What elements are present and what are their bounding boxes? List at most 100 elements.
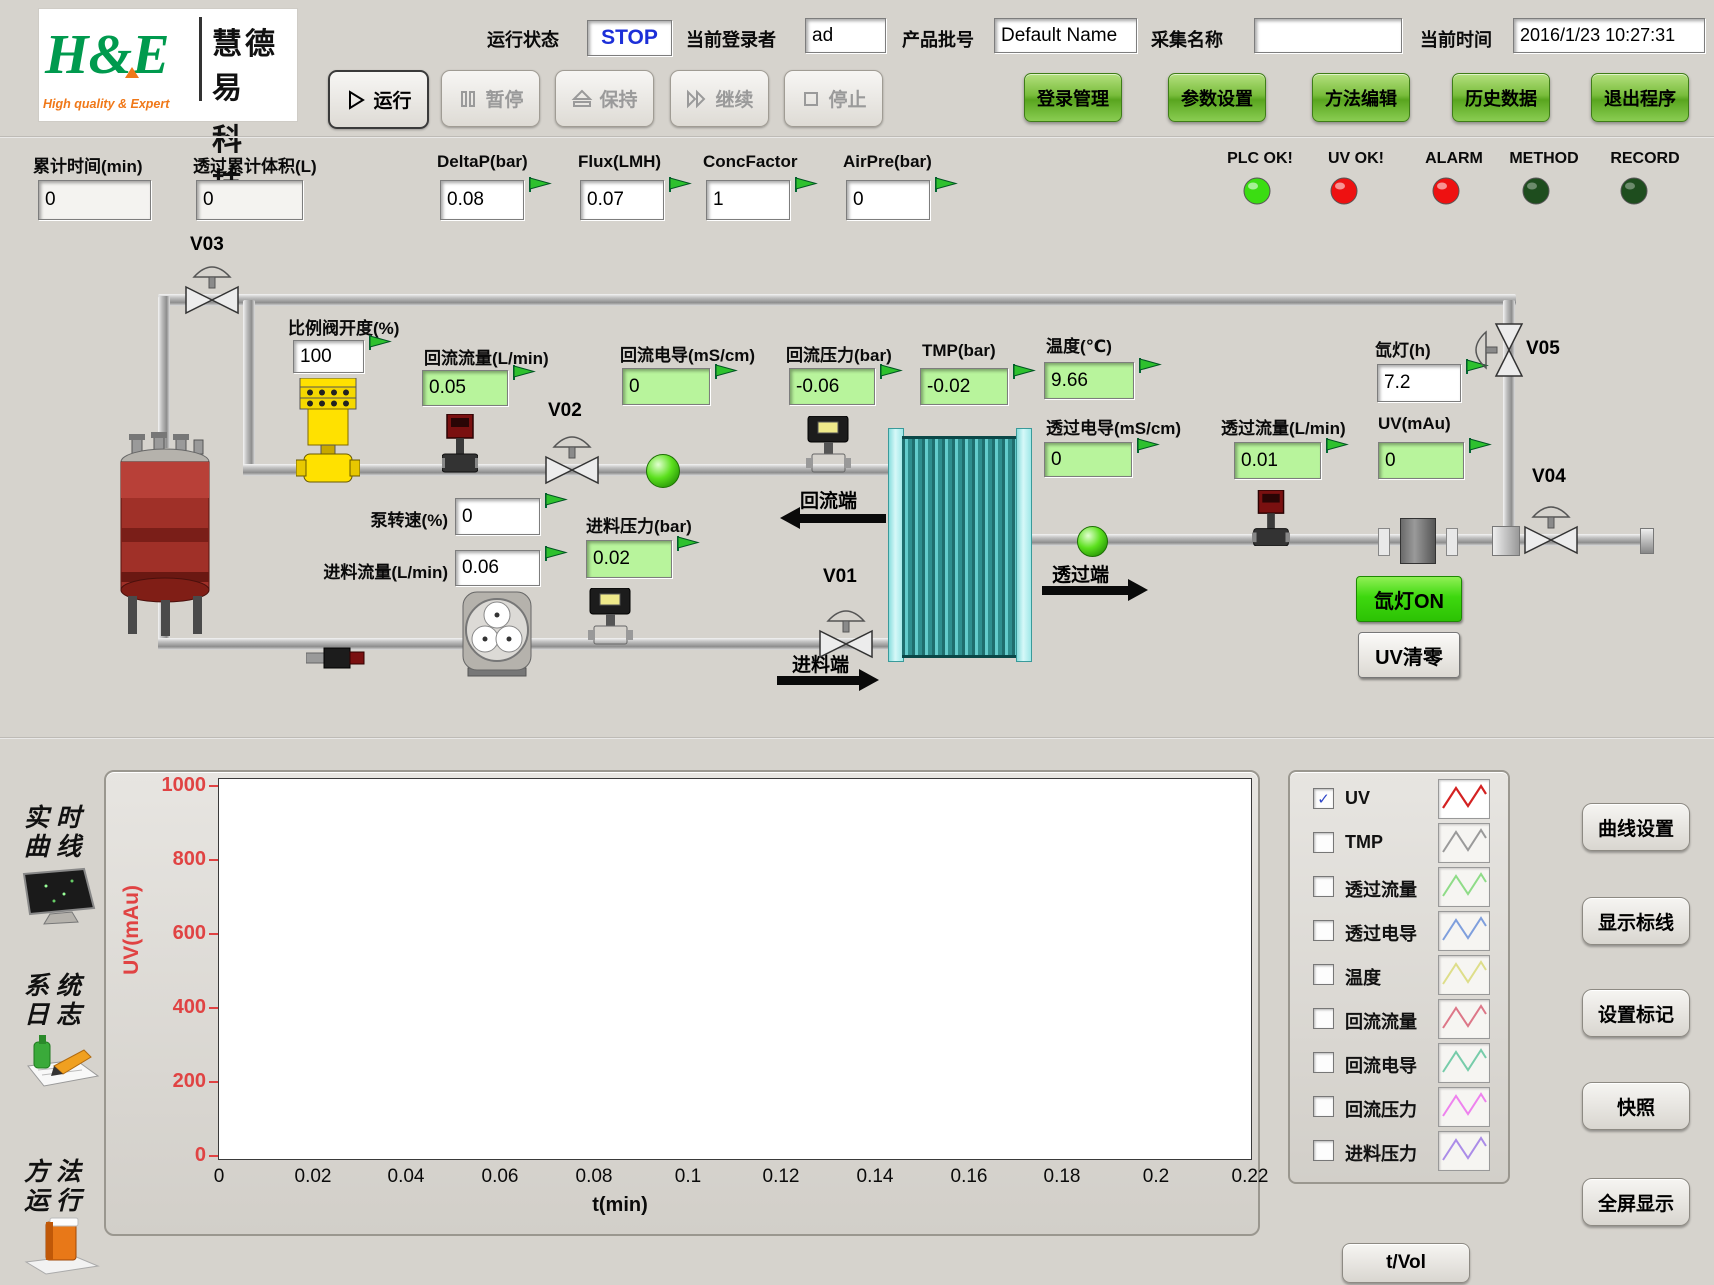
legend-checkbox-reflux-pres[interactable] xyxy=(1313,1096,1334,1117)
feed-pres-value: 0.02 xyxy=(586,540,672,578)
perm-flow-flag-icon xyxy=(1325,437,1349,454)
acq-name-label: 采集名称 xyxy=(1151,26,1223,52)
valve-v04-label: V04 xyxy=(1532,466,1566,488)
permeate-cond-sensor xyxy=(1252,490,1290,546)
show-cursor-button[interactable]: 显示标线 xyxy=(1582,897,1690,945)
reflux-flow-value: 0.05 xyxy=(422,370,508,406)
legend-checkbox-reflux-cond[interactable] xyxy=(1313,1052,1334,1073)
legend-line-sample[interactable] xyxy=(1438,999,1490,1039)
curve-settings-button[interactable]: 曲线设置 xyxy=(1582,803,1690,851)
brand-text: H&E xyxy=(45,23,169,87)
x-tick: 0.22 xyxy=(1218,1166,1282,1188)
legend-line-sample[interactable] xyxy=(1438,823,1490,863)
proportional-valve[interactable] xyxy=(296,378,360,484)
airpre-label: AirPre(bar) xyxy=(843,152,932,172)
legend-line-sample[interactable] xyxy=(1438,1043,1490,1083)
legend-checkbox-tmp[interactable] xyxy=(1313,832,1334,853)
legend-label: 透过电导 xyxy=(1345,920,1417,946)
legend-line-sample[interactable] xyxy=(1438,955,1490,995)
nav-history-data[interactable]: 历史数据 xyxy=(1452,73,1550,122)
legend-line-sample[interactable] xyxy=(1438,779,1490,819)
y-tick: 0 xyxy=(150,1144,206,1167)
legend-checkbox-feed-pres[interactable] xyxy=(1313,1140,1334,1161)
xenon-hours-value: 7.2 xyxy=(1377,364,1461,402)
uv-flow-cell-body xyxy=(1400,518,1436,564)
permeate-direction-arrow xyxy=(1042,586,1128,595)
legend-line-sample[interactable] xyxy=(1438,1087,1490,1127)
x-tick: 0 xyxy=(187,1166,251,1188)
reflux-pres-flag-icon xyxy=(879,363,903,380)
set-marker-button[interactable]: 设置标记 xyxy=(1582,989,1690,1037)
reflux-pres-value: -0.06 xyxy=(789,368,875,405)
y-tick: 600 xyxy=(150,922,206,945)
snapshot-button[interactable]: 快照 xyxy=(1582,1082,1690,1130)
prop-valve-flag-icon xyxy=(368,334,392,351)
legend-checkbox-temp[interactable] xyxy=(1313,964,1334,985)
concfactor-flag-icon xyxy=(794,176,818,193)
nav-exit[interactable]: 退出程序 xyxy=(1591,73,1689,122)
legend-checkbox-perm-flow[interactable] xyxy=(1313,876,1334,897)
feed-flow-value[interactable]: 0.06 xyxy=(455,550,540,586)
fullscreen-button[interactable]: 全屏显示 xyxy=(1582,1178,1690,1226)
reflux-pressure-sensor xyxy=(806,416,852,474)
legend-line-sample[interactable] xyxy=(1438,911,1490,951)
perm-cond-label: 透过电导(mS/cm) xyxy=(1046,414,1181,439)
nav-param-settings[interactable]: 参数设置 xyxy=(1168,73,1266,122)
x-tick: 0.18 xyxy=(1030,1166,1094,1188)
valve-v04[interactable] xyxy=(1521,499,1581,555)
legend-label: 透过流量 xyxy=(1345,876,1417,902)
prop-valve-open-value[interactable]: 100 xyxy=(293,340,364,373)
permeate-port-label: 透过端 xyxy=(1052,560,1109,587)
stop-button[interactable]: 停止 xyxy=(784,70,883,127)
reflux-cond-value: 0 xyxy=(622,368,710,405)
valve-v03[interactable] xyxy=(182,259,242,315)
valve-v05-label: V05 xyxy=(1526,338,1560,360)
hmi-window: H&E High quality & Expert 慧德易 科 技 运行状态 S… xyxy=(0,0,1714,1285)
valve-v05[interactable] xyxy=(1468,320,1524,380)
valve-v02[interactable] xyxy=(542,429,602,485)
xenon-on-button[interactable]: 氙灯ON xyxy=(1356,576,1462,622)
legend-label: TMP xyxy=(1345,832,1383,853)
valve-v03-label: V03 xyxy=(190,234,224,256)
batch-field[interactable]: Default Name xyxy=(994,18,1137,53)
x-tick: 0.12 xyxy=(749,1166,813,1188)
feed-line-fitting xyxy=(306,646,368,670)
acq-name-field[interactable] xyxy=(1254,18,1402,53)
legend-label: 回流流量 xyxy=(1345,1008,1417,1034)
y-axis-title: UV(mAu) xyxy=(120,825,144,1035)
legend-line-sample[interactable] xyxy=(1438,867,1490,907)
method-led xyxy=(1520,176,1552,208)
concfactor-value: 1 xyxy=(706,180,790,220)
legend-checkbox-reflux-flow[interactable] xyxy=(1313,1008,1334,1029)
valve-v01[interactable] xyxy=(816,603,876,659)
plc-led-label: PLC OK! xyxy=(1227,150,1293,168)
pause-button[interactable]: 暂停 xyxy=(441,70,540,127)
nav-login-manage[interactable]: 登录管理 xyxy=(1024,73,1122,122)
uv-zero-button[interactable]: UV清零 xyxy=(1358,632,1460,678)
perm-flow-label: 透过流量(L/min) xyxy=(1221,414,1346,439)
flux-label: Flux(LMH) xyxy=(578,152,661,172)
hold-button[interactable]: 保持 xyxy=(555,70,654,127)
run-button[interactable]: 运行 xyxy=(328,70,429,129)
t-vol-toggle-button[interactable]: t/Vol xyxy=(1342,1243,1470,1283)
current-time: 2016/1/23 10:27:31 xyxy=(1513,18,1705,53)
sidebar-item-method-run[interactable]: 方法 运行 xyxy=(14,1158,114,1280)
legend-checkbox-perm-cond[interactable] xyxy=(1313,920,1334,941)
pump-speed-value[interactable]: 0 xyxy=(455,498,540,535)
sidebar-item-realtime-curve[interactable]: 实时 曲线 xyxy=(14,804,114,928)
book-icon xyxy=(22,1216,102,1278)
legend-line-sample[interactable] xyxy=(1438,1131,1490,1171)
legend-checkbox-uv[interactable]: ✓ xyxy=(1313,788,1334,809)
sidebar-item-system-log[interactable]: 系统 日志 xyxy=(14,972,114,1092)
user-label: 当前登录者 xyxy=(686,26,776,52)
resume-button[interactable]: 继续 xyxy=(670,70,769,127)
legend-label: 回流电导 xyxy=(1345,1052,1417,1078)
tmp-label: TMP(bar) xyxy=(922,341,996,361)
header-separator xyxy=(0,136,1714,138)
uv-reading-flag-icon xyxy=(1468,437,1492,454)
temperature-label: 温度(℃) xyxy=(1046,332,1112,357)
trend-plot-area xyxy=(218,778,1252,1160)
nav-method-edit[interactable]: 方法编辑 xyxy=(1312,73,1410,122)
valve-v01-label: V01 xyxy=(823,566,857,588)
y-tick-mark xyxy=(209,933,218,935)
